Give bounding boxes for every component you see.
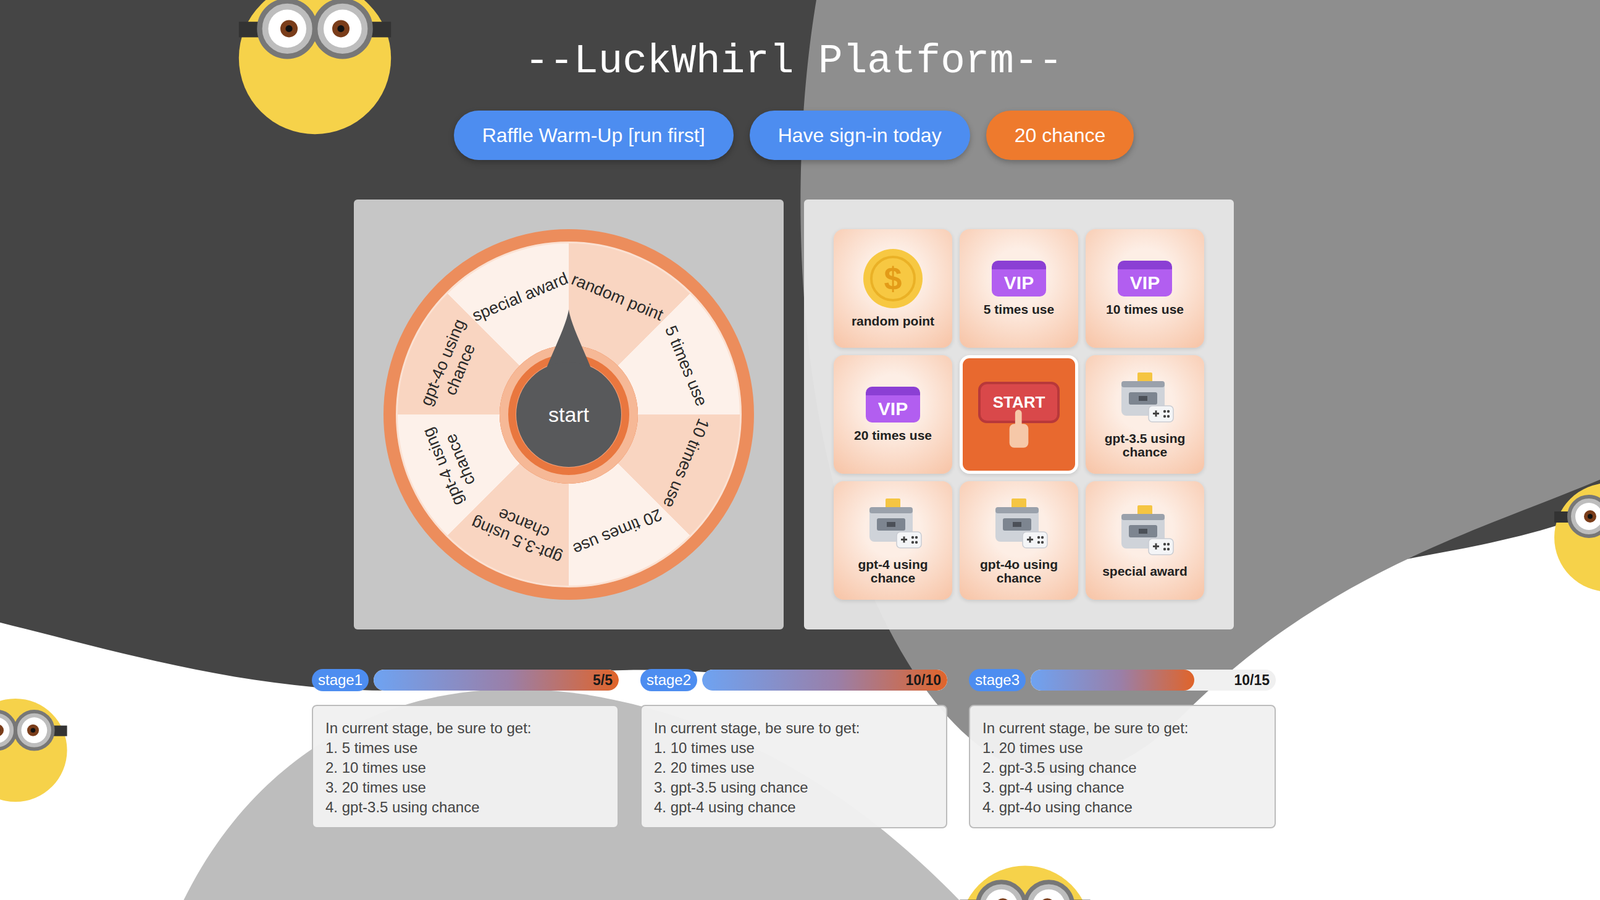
stage-column: stage1 5/5 In current stage, be sure to ge… (311, 668, 619, 829)
minion-decoration (228, 0, 402, 136)
progress-reading: 5/5 (592, 671, 613, 689)
stage-requirement: 1. 20 times use (982, 737, 1263, 758)
minion-decoration (950, 849, 1100, 900)
wheel-start-button[interactable]: start (516, 361, 622, 467)
stage-requirement: 2. 10 times use (325, 757, 606, 778)
stage-progress: stage3 10/15 (968, 668, 1276, 692)
stage-requirement: 4. gpt-4o using chance (982, 797, 1263, 817)
stage-requirements: In current stage, be sure to get:1. 5 ti… (311, 704, 619, 829)
stage-requirement: 1. 10 times use (653, 737, 934, 758)
grid-start-cell[interactable]: START (959, 355, 1079, 474)
stage-requirements: In current stage, be sure to get:1. 20 t… (968, 704, 1276, 829)
stage-label: stage3 (968, 668, 1026, 692)
prize-cell: special award (1085, 481, 1205, 600)
stage-requirement: 4. gpt-3.5 using chance (325, 797, 606, 817)
coin-icon: $ (863, 248, 923, 309)
prize-grid: $ random point VIP 5 times use VIP 10 times u… (833, 229, 1205, 600)
progress-reading: 10/15 (1233, 671, 1270, 689)
boards: random point5 times use10 times use20 ti… (353, 199, 1234, 630)
action-button[interactable]: Have sign-in today (749, 110, 971, 160)
progress-fill (373, 669, 619, 691)
stage-requirement: 4. gpt-4 using chance (653, 797, 934, 817)
progress-reading: 10/10 (905, 671, 942, 689)
prize-cell: VIP 20 times use (833, 355, 953, 474)
minion-decoration (0, 685, 75, 803)
luckwhirl-page: --LuckWhirl Platform-- Raffle Warm-Up [ru… (0, 0, 1600, 900)
hand-pointer-icon (1004, 409, 1034, 448)
progress-track: 10/15 (1030, 669, 1276, 691)
stage-label: stage2 (640, 668, 698, 692)
game-console-icon (1114, 369, 1176, 426)
game-console-icon (862, 495, 924, 552)
action-button[interactable]: Raffle Warm-Up [run first] (453, 110, 734, 160)
stage-requirement: 2. gpt-3.5 using chance (982, 757, 1263, 778)
stage-intro: In current stage, be sure to get: (325, 718, 606, 738)
vip-icon: VIP (865, 386, 921, 423)
prize-cell: VIP 10 times use (1085, 229, 1205, 348)
vip-icon: VIP (991, 260, 1047, 297)
prize-label: 5 times use (983, 302, 1055, 317)
prize-label: random point (851, 314, 935, 328)
prize-cell: gpt-3.5 using chance (1085, 355, 1205, 474)
stage-requirement: 2. 20 times use (653, 757, 934, 778)
prize-label: 20 times use (854, 428, 932, 443)
minion-icon (228, 0, 402, 136)
prize-wheel[interactable]: random point5 times use10 times use20 ti… (383, 229, 754, 600)
game-console-icon (988, 495, 1050, 552)
wheel-segment-label: 10 times use (657, 410, 714, 515)
stage-column: stage2 10/10 In current stage, be sure to … (640, 668, 948, 829)
stage-progress: stage2 10/10 (640, 668, 948, 692)
stage-intro: In current stage, be sure to get: (982, 718, 1263, 738)
wheel-segment-label: gpt-4o using chance (414, 310, 490, 422)
prize-label: 10 times use (1105, 302, 1184, 317)
wheel-segment-label: 20 times use (565, 502, 669, 560)
wheel-panel: random point5 times use10 times use20 ti… (353, 199, 784, 630)
progress-track: 10/10 (702, 669, 948, 691)
minion-icon (1546, 469, 1600, 593)
wheel-segment-label: gpt-4 using chance (414, 407, 490, 519)
prize-label: gpt-4 using chance (837, 557, 949, 585)
stage-intro: In current stage, be sure to get: (653, 718, 934, 738)
stages: stage1 5/5 In current stage, be sure to ge… (311, 668, 1276, 829)
prize-label: gpt-4o using chance (963, 557, 1075, 585)
wheel-segment-label: 5 times use (657, 314, 714, 419)
minion-icon (950, 849, 1100, 900)
prize-label: gpt-3.5 using chance (1089, 431, 1201, 459)
prize-label: special award (1102, 564, 1188, 579)
stage-column: stage3 10/15 In current stage, be sure to … (968, 668, 1276, 829)
progress-fill (1030, 669, 1195, 691)
main-content: --LuckWhirl Platform-- Raffle Warm-Up [ru… (0, 0, 1600, 829)
action-button[interactable]: 20 chance (986, 110, 1135, 160)
vip-icon: VIP (1117, 260, 1173, 297)
stage-requirement: 3. gpt-4 using chance (982, 777, 1263, 798)
prize-cell: $ random point (833, 229, 953, 348)
progress-track: 5/5 (373, 669, 619, 691)
minion-icon (0, 685, 75, 803)
game-console-icon (1114, 502, 1176, 559)
stage-requirement: 3. 20 times use (325, 777, 606, 798)
wheel-segment-label: special award (468, 269, 572, 327)
minion-decoration (1546, 469, 1600, 593)
stage-requirement: 3. gpt-3.5 using chance (653, 777, 934, 798)
prize-cell: VIP 5 times use (959, 229, 1079, 348)
prize-cell: gpt-4o using chance (959, 481, 1079, 600)
stage-label: stage1 (311, 668, 369, 692)
stage-requirement: 1. 5 times use (325, 737, 606, 758)
wheel-segment-label: gpt-3.5 using chance (464, 494, 577, 569)
wheel-segment-label: random point (565, 269, 669, 327)
grid-panel: $ random point VIP 5 times use VIP 10 times u… (804, 199, 1234, 630)
stage-progress: stage1 5/5 (311, 668, 619, 692)
stage-requirements: In current stage, be sure to get:1. 10 t… (640, 704, 948, 829)
prize-cell: gpt-4 using chance (833, 481, 953, 600)
page-title: --LuckWhirl Platform-- (524, 37, 1063, 86)
action-bar: Raffle Warm-Up [run first] Have sign-in t… (453, 110, 1135, 160)
